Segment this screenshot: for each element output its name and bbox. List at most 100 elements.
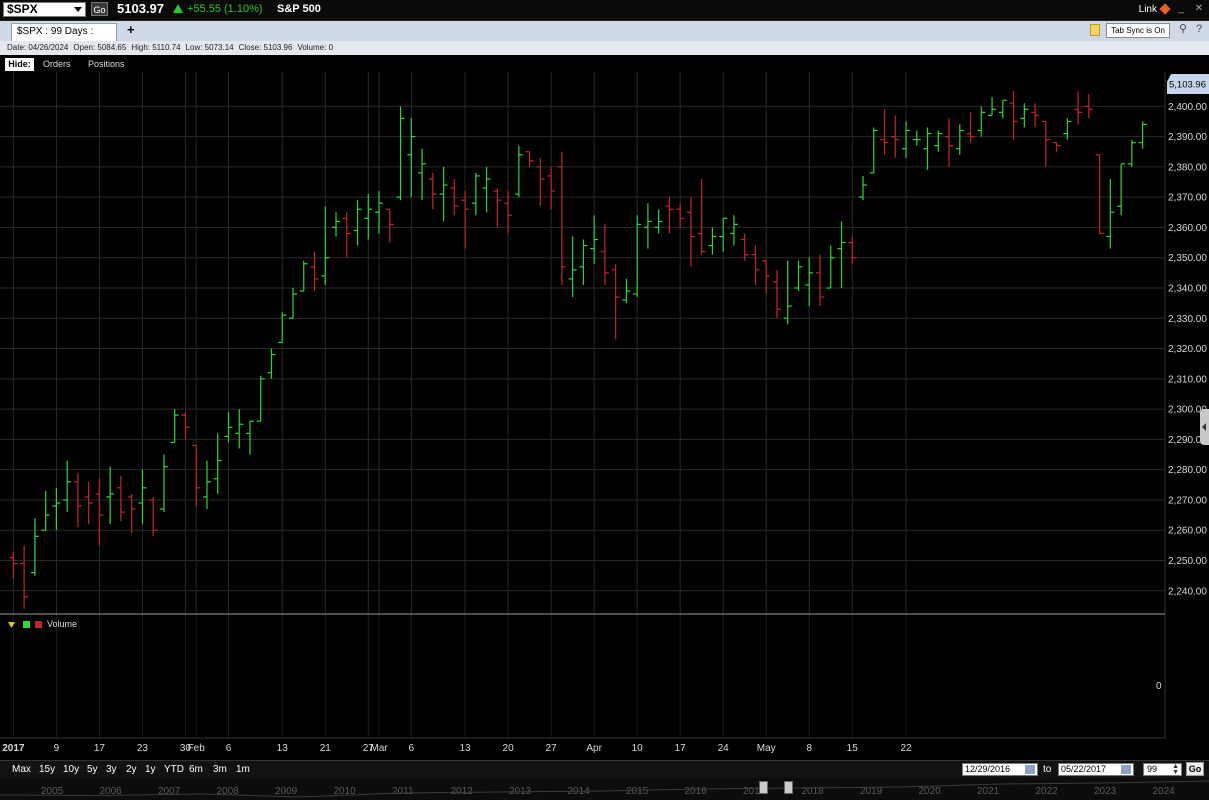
info-low: Low: 5073.14 (185, 43, 234, 52)
y-tick-label: 2,330.00 (1168, 314, 1207, 325)
x-tick-label: 2017 (2, 743, 25, 754)
y-tick-label: 2,270.00 (1168, 495, 1207, 506)
info-high: High: 5110.74 (131, 43, 181, 52)
tab-sync-button[interactable]: Tab Sync is On (1106, 23, 1170, 38)
link-button[interactable]: Link (1139, 4, 1157, 15)
volume-label: Volume (47, 619, 77, 629)
last-price: 5103.97 (117, 1, 164, 16)
from-date-input[interactable]: 12/29/2016 (962, 763, 1038, 776)
hide-bar: Hide: Orders Positions (0, 55, 1209, 72)
range-3m[interactable]: 3m (213, 764, 227, 775)
from-date-value: 12/29/2016 (965, 764, 1011, 774)
x-tick-label: 13 (460, 743, 472, 754)
range-10y[interactable]: 10y (63, 764, 79, 775)
symbol-select[interactable]: $SPX (3, 2, 86, 17)
note-icon[interactable] (1090, 24, 1100, 36)
y-tick-label: 2,250.00 (1168, 556, 1207, 567)
bar-count-stepper[interactable]: 99 ▲ ▼ (1143, 763, 1182, 776)
instrument-name: S&P 500 (277, 3, 321, 15)
add-tab-button[interactable]: + (127, 22, 135, 37)
calendar-icon[interactable] (1121, 765, 1131, 774)
stepper-arrows-icon[interactable]: ▲ ▼ (1172, 763, 1179, 776)
range-go-button[interactable]: Go (1186, 762, 1204, 776)
x-tick-label: Apr (586, 743, 602, 754)
range-6m[interactable]: 6m (189, 764, 203, 775)
range-3y[interactable]: 3y (106, 764, 117, 775)
positions-toggle[interactable]: Positions (88, 59, 125, 69)
y-tick-label: 2,390.00 (1168, 132, 1207, 143)
bar-count-value: 99 (1147, 764, 1158, 774)
x-tick-label: 21 (320, 743, 332, 754)
symbol-go-button[interactable]: Go (91, 2, 108, 16)
x-tick-label: Feb (188, 743, 206, 754)
info-date: Date: 04/26/2024 (7, 43, 69, 52)
y-tick-label: 2,340.00 (1168, 283, 1207, 294)
timeline-sparkline (0, 780, 1209, 798)
orders-toggle[interactable]: Orders (43, 59, 71, 69)
y-tick-label: 2,350.00 (1168, 253, 1207, 264)
to-label: to (1043, 764, 1052, 775)
ohlc-info-bar: Date: 04/26/2024 Open: 5084.65 High: 5110.… (0, 41, 1209, 55)
x-tick-label: 13 (277, 743, 289, 754)
y-tick-label: 2,310.00 (1168, 374, 1207, 385)
y-tick-label: 2,280.00 (1168, 465, 1207, 476)
y-tick-label: 2,240.00 (1168, 586, 1207, 597)
up-arrow-icon (173, 4, 183, 13)
tab-chart[interactable]: $SPX : 99 Days : Daily (11, 23, 117, 53)
x-tick-label: 23 (137, 743, 149, 754)
timeline-right-handle[interactable] (784, 781, 793, 794)
to-date-input[interactable]: 05/22/2017 (1058, 763, 1134, 776)
x-tick-label: 17 (675, 743, 687, 754)
collapse-side-panel-button[interactable] (1200, 409, 1209, 445)
y-tick-label: 2,400.00 (1168, 102, 1207, 113)
y-tick-label: 2,360.00 (1168, 223, 1207, 234)
volume-up-swatch (23, 621, 30, 628)
x-tick-label: May (757, 743, 776, 754)
help-icon[interactable]: ? (1192, 22, 1206, 36)
x-tick-label: 8 (806, 743, 812, 754)
price-chart[interactable]: 2,400.00 2,390.00 2,380.00 2,370.00 2,360.00… (0, 72, 1209, 760)
x-tick-label: 20 (503, 743, 515, 754)
range-1y[interactable]: 1y (145, 764, 156, 775)
x-tick-label: 6 (226, 743, 232, 754)
chart-background (0, 72, 1209, 760)
to-date-value: 05/22/2017 (1061, 764, 1107, 774)
last-price-tag: 5,103.96 (1167, 74, 1209, 94)
hide-label: Hide: (5, 58, 34, 71)
timeline-left-handle[interactable] (759, 781, 768, 794)
range-bar: Max 15y 10y 5y 3y 2y 1y YTD 6m 3m 1m 12/… (0, 760, 1209, 778)
timeline-overview[interactable]: 2024 2023 2022 2021 2020 2019 2018 2017 2016 2015… (0, 778, 1209, 800)
info-open: Open: 5084.65 (73, 43, 127, 52)
close-icon[interactable]: ✕ (1193, 3, 1205, 15)
x-tick-label: 22 (900, 743, 912, 754)
info-close: Close: 5103.96 (238, 43, 293, 52)
range-max[interactable]: Max (12, 764, 31, 775)
x-tick-label: 27 (546, 743, 558, 754)
price-change: +55.55 (1.10%) (173, 3, 263, 15)
y-tick-label: 2,260.00 (1168, 526, 1207, 537)
minimize-icon[interactable]: _ (1175, 3, 1187, 15)
link-color-icon[interactable] (1159, 3, 1171, 15)
zoom-icon[interactable]: ⚲ (1176, 22, 1190, 36)
calendar-icon[interactable] (1025, 765, 1035, 774)
y-tick-label: 2,380.00 (1168, 162, 1207, 173)
info-volume: Volume: 0 (297, 43, 334, 52)
x-tick-label: 24 (718, 743, 730, 754)
y-tick-label: 2,370.00 (1168, 193, 1207, 204)
timeline-line (0, 780, 1209, 798)
x-tick-label: 9 (54, 743, 60, 754)
range-2y[interactable]: 2y (126, 764, 137, 775)
range-ytd[interactable]: YTD (164, 764, 184, 775)
range-1m[interactable]: 1m (236, 764, 250, 775)
x-tick-label: 10 (632, 743, 644, 754)
volume-down-swatch (35, 621, 42, 628)
range-5y[interactable]: 5y (87, 764, 98, 775)
range-15y[interactable]: 15y (39, 764, 55, 775)
volume-axis-value: 0 (1156, 681, 1162, 692)
last-price-tag-label: 5,103.96 (1169, 80, 1206, 91)
x-tick-label: Mar (370, 743, 388, 754)
tab-bar: $SPX : 99 Days : Daily + (0, 21, 1209, 53)
x-tick-label: 6 (409, 743, 415, 754)
symbol-value: $SPX (7, 2, 38, 16)
x-tick-label: 17 (94, 743, 106, 754)
